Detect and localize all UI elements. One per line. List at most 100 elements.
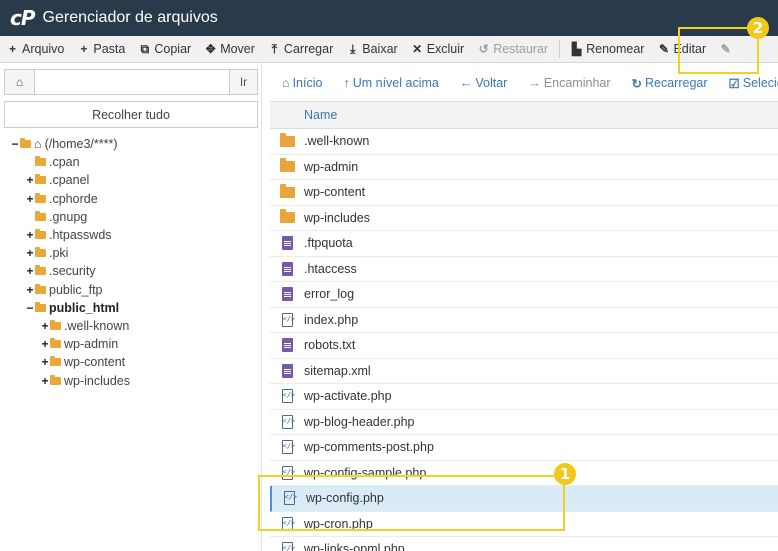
copiar-button[interactable]: ⧉ Copiar bbox=[132, 36, 198, 63]
arquivo-button[interactable]: + Arquivo bbox=[0, 36, 71, 63]
file-row[interactable]: wp-includes bbox=[270, 206, 778, 231]
file-icon-cell bbox=[270, 132, 304, 147]
tree-item-public-ftp[interactable]: + public_ftp bbox=[0, 281, 262, 299]
file-icon-cell bbox=[270, 158, 304, 173]
expand-icon[interactable]: + bbox=[40, 337, 50, 351]
file-name: .well-known bbox=[304, 134, 370, 149]
recarregar-button[interactable]: ↻ Recarregar bbox=[632, 76, 708, 91]
file-name: index.php bbox=[304, 312, 359, 327]
excluir-icon: ✕ bbox=[412, 42, 423, 56]
nav-label: Voltar bbox=[475, 76, 508, 90]
tree-item-wp-content[interactable]: + wp-content bbox=[0, 353, 262, 371]
expand-icon[interactable]: + bbox=[25, 173, 35, 187]
home-icon[interactable]: ⌂ bbox=[5, 70, 35, 94]
in-cio-button[interactable]: ⌂ Início bbox=[282, 76, 322, 90]
path-input[interactable] bbox=[35, 70, 229, 94]
tree-item-htpasswds[interactable]: + .htpasswds bbox=[0, 226, 262, 244]
renomear-button[interactable]: ▙ Renomear bbox=[564, 36, 651, 63]
collapse-icon[interactable]: − bbox=[10, 137, 20, 151]
expand-icon[interactable]: + bbox=[25, 192, 35, 206]
tree-item-well-known[interactable]: + .well-known bbox=[0, 317, 262, 335]
file-row[interactable]: .ftpquota bbox=[270, 231, 778, 257]
folder-icon bbox=[35, 283, 46, 294]
um-n-vel-acima-button[interactable]: ↑ Um nível acima bbox=[343, 76, 438, 90]
tree-item-label: .htpasswds bbox=[49, 228, 112, 243]
file-row[interactable]: robots.txt bbox=[270, 333, 778, 359]
editar-icon: ✎ bbox=[658, 42, 669, 56]
tree-item-label: wp-admin bbox=[64, 337, 119, 352]
tree-item-wp-includes[interactable]: + wp-includes bbox=[0, 371, 262, 389]
tree-item-label: .pki bbox=[49, 246, 69, 261]
folder-icon bbox=[279, 183, 295, 198]
folder-icon bbox=[279, 158, 295, 173]
folder-icon bbox=[35, 174, 46, 185]
left-panel: ⌂ Ir Recolher tudo − ⌂ (/home3/****) .cpan +… bbox=[0, 63, 262, 551]
go-button[interactable]: Ir bbox=[229, 70, 257, 94]
expand-icon[interactable]: + bbox=[25, 283, 35, 297]
annotation-badge-2: 2 bbox=[747, 17, 769, 39]
baixar-icon: ⤓ bbox=[350, 41, 356, 56]
toolbar-label: Carregar bbox=[283, 42, 334, 56]
carregar-button[interactable]: ⤒ Carregar bbox=[262, 36, 340, 63]
file-row[interactable]: .htaccess bbox=[270, 257, 778, 282]
selecionar-icon: ☑ bbox=[728, 76, 740, 91]
file-icon-cell bbox=[270, 209, 304, 224]
file-row[interactable]: </> wp-activate.php bbox=[270, 384, 778, 410]
selecionar-button[interactable]: ☑Selecionar bbox=[729, 76, 778, 91]
encaminhar-icon: → bbox=[528, 76, 541, 90]
expand-icon[interactable]: + bbox=[40, 319, 50, 333]
expand-icon[interactable]: + bbox=[40, 355, 50, 369]
file-name: .htaccess bbox=[304, 261, 357, 276]
voltar-button[interactable]: ← Voltar bbox=[460, 76, 507, 90]
collapse-all-button[interactable]: Recolher tudo bbox=[4, 101, 258, 128]
file-row[interactable]: </> wp-blog-header.php bbox=[270, 410, 778, 435]
encaminhar-button[interactable]: → Encaminhar bbox=[528, 76, 610, 90]
file-row[interactable]: </> index.php bbox=[270, 308, 778, 333]
renomear-icon: ▙ bbox=[571, 42, 582, 56]
excluir-button[interactable]: ✕ Excluir bbox=[405, 36, 472, 63]
file-row[interactable]: error_log bbox=[270, 282, 778, 308]
file-row[interactable]: </> wp-comments-post.php bbox=[270, 435, 778, 461]
tree-item-pki[interactable]: + .pki bbox=[0, 244, 262, 262]
tree-item-home3[interactable]: − ⌂ (/home3/****) bbox=[0, 135, 262, 153]
file-name: wp-content bbox=[304, 185, 366, 200]
column-header-name[interactable]: Name bbox=[270, 102, 778, 129]
file-row[interactable]: wp-content bbox=[270, 180, 778, 206]
code-file-icon: </> bbox=[281, 542, 295, 551]
file-row[interactable]: </> wp-links-opml.php bbox=[270, 537, 778, 551]
file-row[interactable]: wp-admin bbox=[270, 155, 778, 180]
mover-button[interactable]: ✥ Mover bbox=[198, 36, 262, 63]
tree-item-cpanel[interactable]: + .cpanel bbox=[0, 171, 262, 189]
baixar-button[interactable]: ⤓ Baixar bbox=[340, 36, 404, 63]
file-row[interactable]: .well-known bbox=[270, 129, 778, 155]
collapse-icon[interactable]: − bbox=[25, 301, 35, 315]
tree-item-cphorde[interactable]: + .cphorde bbox=[0, 190, 262, 208]
file-icon-cell bbox=[270, 363, 304, 378]
folder-icon bbox=[35, 229, 46, 240]
annotation-box-2 bbox=[678, 27, 759, 74]
tree-item-label: .well-known bbox=[64, 318, 130, 333]
code-file-icon: </> bbox=[281, 414, 295, 429]
file-name: error_log bbox=[304, 287, 355, 302]
tree-item-public-html[interactable]: − public_html bbox=[0, 299, 262, 317]
expand-icon[interactable]: + bbox=[25, 246, 35, 260]
expand-icon[interactable]: + bbox=[40, 374, 50, 388]
file-name: wp-activate.php bbox=[304, 389, 392, 404]
tree-item-wp-admin[interactable]: + wp-admin bbox=[0, 335, 262, 353]
restaurar-button[interactable]: ↺ Restaurar bbox=[471, 36, 555, 63]
tree-item-security[interactable]: + .security bbox=[0, 262, 262, 280]
pasta-button[interactable]: + Pasta bbox=[71, 36, 132, 63]
folder-icon bbox=[35, 156, 46, 167]
tree-item-label: wp-content bbox=[64, 355, 126, 370]
tree-item-cpan[interactable]: .cpan bbox=[0, 153, 262, 171]
expand-icon[interactable]: + bbox=[25, 264, 35, 278]
tree-item-label: public_ftp bbox=[49, 282, 103, 297]
toolbar-label: Copiar bbox=[154, 42, 192, 56]
file-icon-cell bbox=[270, 287, 304, 302]
expand-icon[interactable]: + bbox=[25, 228, 35, 242]
file-row[interactable]: sitemap.xml bbox=[270, 359, 778, 384]
text-file-icon bbox=[281, 338, 293, 353]
tree-item-gnupg[interactable]: .gnupg bbox=[0, 208, 262, 226]
file-name: robots.txt bbox=[304, 338, 356, 353]
recarregar-icon: ↻ bbox=[631, 76, 642, 91]
